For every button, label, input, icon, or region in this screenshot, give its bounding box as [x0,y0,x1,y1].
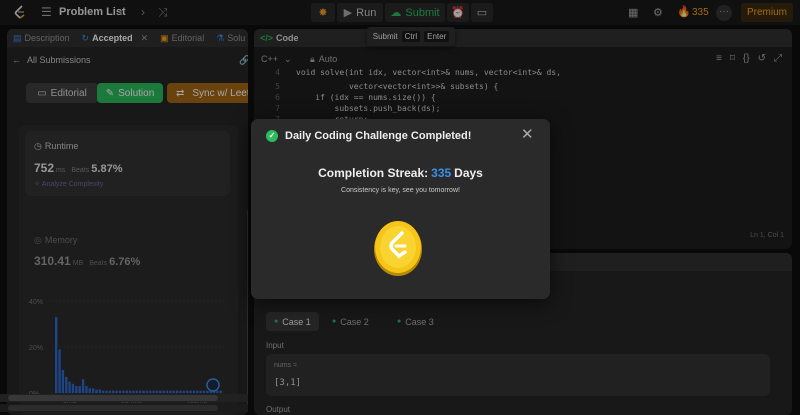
modal-subtitle: Consistency is key, see you tomorrow! [341,187,460,194]
leetcode-coin-icon [374,221,422,276]
completion-streak: Completion Streak: 335 Days [251,166,550,180]
streak-label: Completion Streak: [318,166,429,180]
streak-value: 335 [431,166,452,180]
daily-challenge-modal: ✓ Daily Coding Challenge Completed! ✕ Co… [251,119,550,299]
close-icon[interactable]: ✕ [521,127,534,142]
check-circle-icon: ✓ [266,130,278,142]
streak-unit: Days [454,166,483,180]
modal-title: Daily Coding Challenge Completed! [285,130,472,142]
